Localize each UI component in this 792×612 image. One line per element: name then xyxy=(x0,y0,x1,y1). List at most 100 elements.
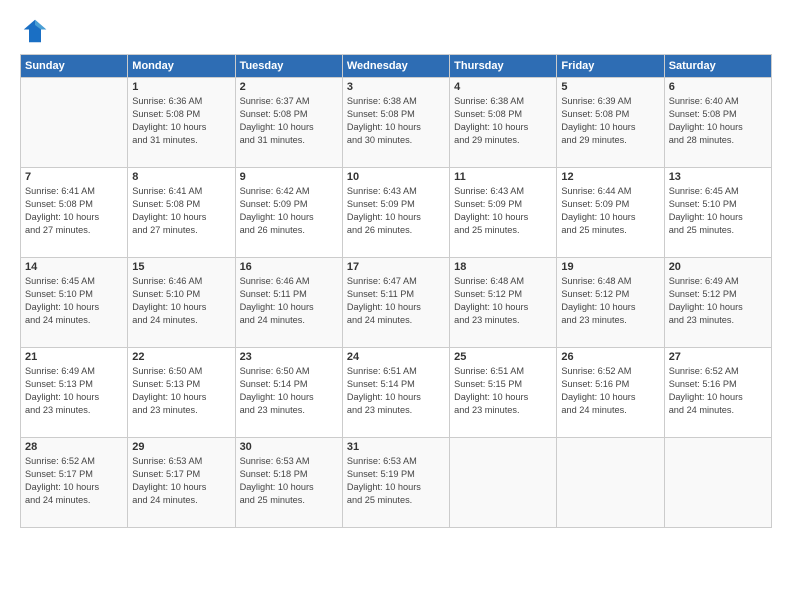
calendar-header: SundayMondayTuesdayWednesdayThursdayFrid… xyxy=(21,55,772,78)
day-number: 13 xyxy=(669,171,767,183)
cell-info: Sunrise: 6:51 AMSunset: 5:15 PMDaylight:… xyxy=(454,365,552,417)
day-number: 25 xyxy=(454,351,552,363)
header-cell-thursday: Thursday xyxy=(450,55,557,78)
cell-info: Sunrise: 6:51 AMSunset: 5:14 PMDaylight:… xyxy=(347,365,445,417)
day-number: 26 xyxy=(561,351,659,363)
calendar-cell: 11 Sunrise: 6:43 AMSunset: 5:09 PMDayligh… xyxy=(450,168,557,258)
cell-info: Sunrise: 6:45 AMSunset: 5:10 PMDaylight:… xyxy=(669,185,767,237)
week-row-2: 14Sunrise: 6:45 AMSunset: 5:10 PMDayligh… xyxy=(21,258,772,348)
calendar-table: SundayMondayTuesdayWednesdayThursdayFrid… xyxy=(20,54,772,528)
header xyxy=(20,16,772,46)
header-row: SundayMondayTuesdayWednesdayThursdayFrid… xyxy=(21,55,772,78)
calendar-cell: 3 Sunrise: 6:38 AMSunset: 5:08 PMDaylight… xyxy=(342,78,449,168)
calendar-cell: 9 Sunrise: 6:42 AMSunset: 5:09 PMDaylight… xyxy=(235,168,342,258)
day-number: 23 xyxy=(240,351,338,363)
day-number: 3 xyxy=(347,81,445,93)
cell-info: Sunrise: 6:52 AMSunset: 5:16 PMDaylight:… xyxy=(669,365,767,417)
day-number: 2 xyxy=(240,81,338,93)
day-number: 16 xyxy=(240,261,338,273)
cell-info: Sunrise: 6:42 AMSunset: 5:09 PMDaylight:… xyxy=(240,185,338,237)
week-row-4: 28Sunrise: 6:52 AMSunset: 5:17 PMDayligh… xyxy=(21,438,772,528)
cell-info: Sunrise: 6:46 AMSunset: 5:10 PMDaylight:… xyxy=(132,275,230,327)
cell-info: Sunrise: 6:44 AMSunset: 5:09 PMDaylight:… xyxy=(561,185,659,237)
week-row-3: 21 Sunrise: 6:49 AMSunset: 5:13 PMDayligh… xyxy=(21,348,772,438)
calendar-cell: 18 Sunrise: 6:48 AMSunset: 5:12 PMDayligh… xyxy=(450,258,557,348)
calendar-cell: 4Sunrise: 6:38 AMSunset: 5:08 PMDaylight… xyxy=(450,78,557,168)
day-number: 31 xyxy=(347,441,445,453)
week-row-1: 7 Sunrise: 6:41 AMSunset: 5:08 PMDaylight… xyxy=(21,168,772,258)
day-number: 22 xyxy=(132,351,230,363)
day-number: 11 xyxy=(454,171,552,183)
header-cell-friday: Friday xyxy=(557,55,664,78)
calendar-cell: 26 Sunrise: 6:52 AMSunset: 5:16 PMDayligh… xyxy=(557,348,664,438)
cell-info: Sunrise: 6:50 AMSunset: 5:14 PMDaylight:… xyxy=(240,365,338,417)
cell-info: Sunrise: 6:37 AMSunset: 5:08 PMDaylight:… xyxy=(240,95,338,147)
calendar-cell xyxy=(21,78,128,168)
calendar-cell: 8 Sunrise: 6:41 AMSunset: 5:08 PMDaylight… xyxy=(128,168,235,258)
cell-info: Sunrise: 6:53 AMSunset: 5:17 PMDaylight:… xyxy=(132,455,230,507)
calendar-cell xyxy=(557,438,664,528)
calendar-cell: 31 Sunrise: 6:53 AMSunset: 5:19 PMDayligh… xyxy=(342,438,449,528)
day-number: 17 xyxy=(347,261,445,273)
week-row-0: 1 Sunrise: 6:36 AMSunset: 5:08 PMDaylight… xyxy=(21,78,772,168)
calendar-cell: 15 Sunrise: 6:46 AMSunset: 5:10 PMDayligh… xyxy=(128,258,235,348)
day-number: 15 xyxy=(132,261,230,273)
day-number: 29 xyxy=(132,441,230,453)
page-container: SundayMondayTuesdayWednesdayThursdayFrid… xyxy=(0,0,792,612)
day-number: 18 xyxy=(454,261,552,273)
day-number: 19 xyxy=(561,261,659,273)
cell-info: Sunrise: 6:53 AMSunset: 5:18 PMDaylight:… xyxy=(240,455,338,507)
day-number: 20 xyxy=(669,261,767,273)
cell-info: Sunrise: 6:52 AMSunset: 5:16 PMDaylight:… xyxy=(561,365,659,417)
calendar-body: 1 Sunrise: 6:36 AMSunset: 5:08 PMDaylight… xyxy=(21,78,772,528)
calendar-cell: 20 Sunrise: 6:49 AMSunset: 5:12 PMDayligh… xyxy=(664,258,771,348)
cell-info: Sunrise: 6:53 AMSunset: 5:19 PMDaylight:… xyxy=(347,455,445,507)
calendar-cell: 17 Sunrise: 6:47 AMSunset: 5:11 PMDayligh… xyxy=(342,258,449,348)
calendar-cell: 5Sunrise: 6:39 AMSunset: 5:08 PMDaylight… xyxy=(557,78,664,168)
day-number: 21 xyxy=(25,351,123,363)
day-number: 1 xyxy=(132,81,230,93)
cell-info: Sunrise: 6:47 AMSunset: 5:11 PMDaylight:… xyxy=(347,275,445,327)
cell-info: Sunrise: 6:41 AMSunset: 5:08 PMDaylight:… xyxy=(25,185,123,237)
header-cell-wednesday: Wednesday xyxy=(342,55,449,78)
calendar-cell: 24 Sunrise: 6:51 AMSunset: 5:14 PMDayligh… xyxy=(342,348,449,438)
cell-info: Sunrise: 6:36 AMSunset: 5:08 PMDaylight:… xyxy=(132,95,230,147)
cell-info: Sunrise: 6:49 AMSunset: 5:12 PMDaylight:… xyxy=(669,275,767,327)
calendar-cell: 22 Sunrise: 6:50 AMSunset: 5:13 PMDayligh… xyxy=(128,348,235,438)
day-number: 7 xyxy=(25,171,123,183)
calendar-cell: 16 Sunrise: 6:46 AMSunset: 5:11 PMDayligh… xyxy=(235,258,342,348)
calendar-cell: 7 Sunrise: 6:41 AMSunset: 5:08 PMDaylight… xyxy=(21,168,128,258)
day-number: 8 xyxy=(132,171,230,183)
calendar-cell: 14Sunrise: 6:45 AMSunset: 5:10 PMDayligh… xyxy=(21,258,128,348)
header-cell-tuesday: Tuesday xyxy=(235,55,342,78)
cell-info: Sunrise: 6:45 AMSunset: 5:10 PMDaylight:… xyxy=(25,275,123,327)
calendar-cell: 21 Sunrise: 6:49 AMSunset: 5:13 PMDayligh… xyxy=(21,348,128,438)
header-cell-monday: Monday xyxy=(128,55,235,78)
cell-info: Sunrise: 6:46 AMSunset: 5:11 PMDaylight:… xyxy=(240,275,338,327)
cell-info: Sunrise: 6:43 AMSunset: 5:09 PMDaylight:… xyxy=(454,185,552,237)
day-number: 24 xyxy=(347,351,445,363)
cell-info: Sunrise: 6:48 AMSunset: 5:12 PMDaylight:… xyxy=(454,275,552,327)
calendar-cell: 23 Sunrise: 6:50 AMSunset: 5:14 PMDayligh… xyxy=(235,348,342,438)
cell-info: Sunrise: 6:49 AMSunset: 5:13 PMDaylight:… xyxy=(25,365,123,417)
calendar-cell: 1 Sunrise: 6:36 AMSunset: 5:08 PMDaylight… xyxy=(128,78,235,168)
day-number: 6 xyxy=(669,81,767,93)
cell-info: Sunrise: 6:48 AMSunset: 5:12 PMDaylight:… xyxy=(561,275,659,327)
cell-info: Sunrise: 6:40 AMSunset: 5:08 PMDaylight:… xyxy=(669,95,767,147)
cell-info: Sunrise: 6:50 AMSunset: 5:13 PMDaylight:… xyxy=(132,365,230,417)
day-number: 30 xyxy=(240,441,338,453)
day-number: 4 xyxy=(454,81,552,93)
calendar-cell: 30 Sunrise: 6:53 AMSunset: 5:18 PMDayligh… xyxy=(235,438,342,528)
calendar-cell: 25 Sunrise: 6:51 AMSunset: 5:15 PMDayligh… xyxy=(450,348,557,438)
day-number: 10 xyxy=(347,171,445,183)
day-number: 28 xyxy=(25,441,123,453)
cell-info: Sunrise: 6:43 AMSunset: 5:09 PMDaylight:… xyxy=(347,185,445,237)
cell-info: Sunrise: 6:39 AMSunset: 5:08 PMDaylight:… xyxy=(561,95,659,147)
cell-info: Sunrise: 6:38 AMSunset: 5:08 PMDaylight:… xyxy=(347,95,445,147)
calendar-cell xyxy=(664,438,771,528)
header-cell-saturday: Saturday xyxy=(664,55,771,78)
calendar-cell: 12Sunrise: 6:44 AMSunset: 5:09 PMDayligh… xyxy=(557,168,664,258)
cell-info: Sunrise: 6:41 AMSunset: 5:08 PMDaylight:… xyxy=(132,185,230,237)
day-number: 9 xyxy=(240,171,338,183)
calendar-cell: 19 Sunrise: 6:48 AMSunset: 5:12 PMDayligh… xyxy=(557,258,664,348)
